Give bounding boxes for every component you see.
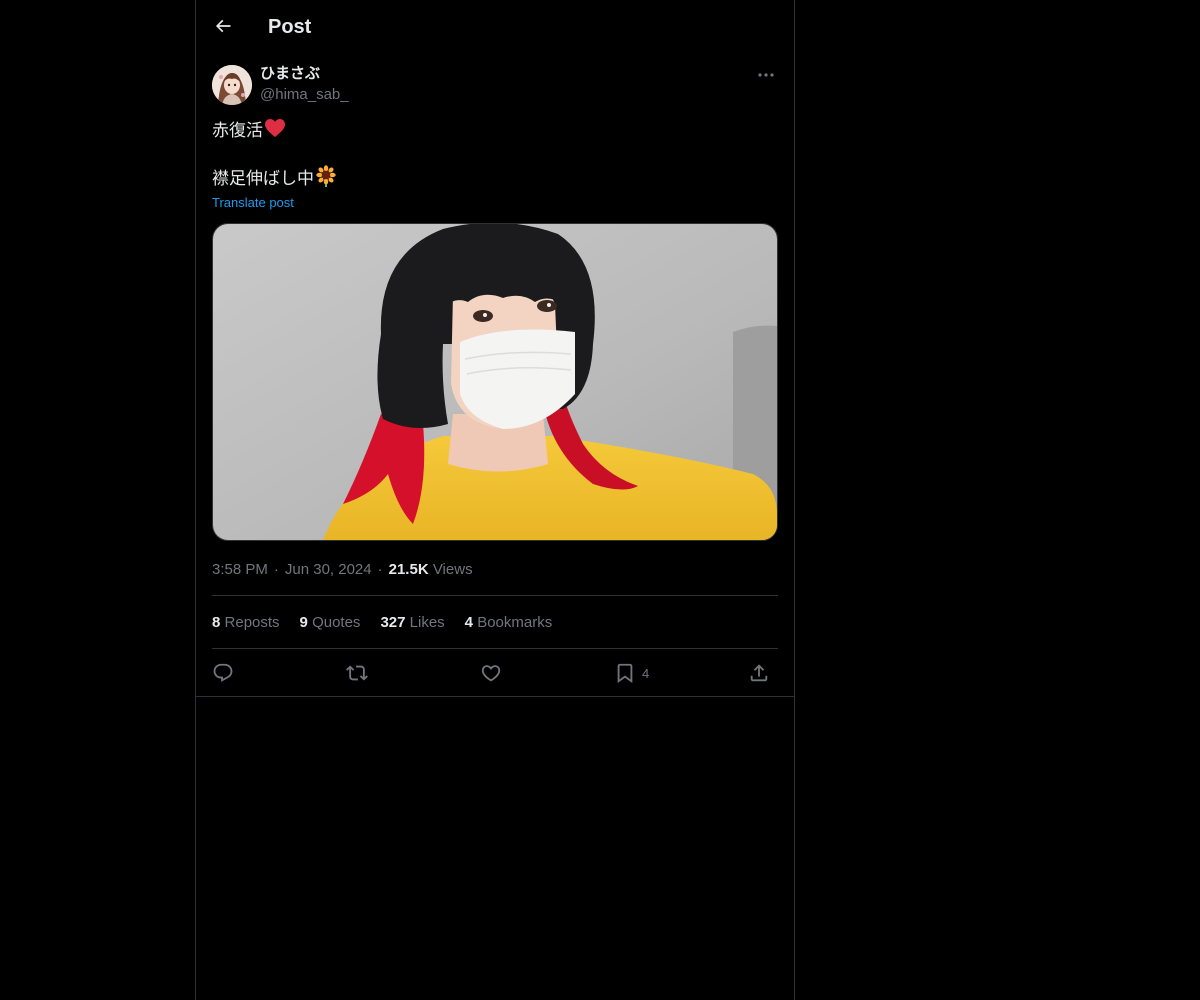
divider bbox=[212, 595, 778, 596]
translate-post-link[interactable]: Translate post bbox=[212, 194, 294, 212]
heart-icon bbox=[481, 665, 501, 682]
post-media-photo[interactable] bbox=[212, 223, 778, 541]
avatar-image bbox=[212, 65, 252, 105]
share-icon bbox=[750, 664, 768, 682]
post-stats: 8 Reposts 9 Quotes 327 Likes 4 Bookmarks bbox=[212, 613, 552, 633]
repost-icon bbox=[346, 665, 368, 681]
reposts-stat[interactable]: 8 Reposts bbox=[212, 613, 280, 633]
sunflower-emoji bbox=[315, 164, 337, 194]
share-button[interactable] bbox=[748, 656, 770, 690]
display-name[interactable]: ひまさぶ bbox=[260, 64, 320, 84]
avatar[interactable] bbox=[212, 65, 252, 105]
views-count: 21.5K bbox=[388, 561, 429, 578]
quotes-stat[interactable]: 9 Quotes bbox=[300, 613, 361, 633]
reply-icon bbox=[213, 663, 233, 682]
post-text: 赤復活 襟足伸ばし中 bbox=[212, 118, 778, 194]
post-line-2: 襟足伸ばし中 bbox=[212, 164, 778, 194]
bookmark-count: 4 bbox=[642, 665, 650, 681]
views-label: Views bbox=[432, 561, 473, 578]
more-dots-icon bbox=[758, 73, 774, 77]
photo-image bbox=[213, 224, 777, 540]
back-button[interactable] bbox=[206, 9, 240, 43]
like-button[interactable] bbox=[480, 656, 502, 690]
reply-button[interactable] bbox=[212, 656, 234, 690]
user-handle[interactable]: @hima_sab_ bbox=[260, 85, 349, 105]
bookmarks-stat[interactable]: 4 Bookmarks bbox=[465, 613, 553, 633]
post-meta: 3:58 PM · Jun 30, 2024 · 21.5K Views bbox=[212, 561, 473, 578]
post-author: ひまさぶ @hima_sab_ bbox=[212, 64, 778, 108]
divider bbox=[212, 648, 778, 649]
post-time[interactable]: 3:58 PM bbox=[212, 561, 268, 578]
post-line-1-text: 赤復活 bbox=[212, 121, 263, 140]
arrow-left-icon bbox=[215, 19, 231, 33]
bookmark-button[interactable]: 4 bbox=[614, 656, 649, 690]
post-column: Post ひまさぶ @hima_sab_ 赤復活 襟足伸ばし中 Translat… bbox=[195, 0, 795, 1000]
likes-stat[interactable]: 327 Likes bbox=[380, 613, 444, 633]
post-actions: 4 bbox=[212, 656, 778, 690]
repost-button[interactable] bbox=[346, 656, 368, 690]
post-line-2-text: 襟足伸ばし中 bbox=[212, 169, 314, 188]
page-title: Post bbox=[268, 16, 312, 38]
post-header: Post bbox=[196, 0, 794, 53]
bookmark-icon bbox=[617, 663, 633, 684]
more-options-button[interactable] bbox=[754, 64, 778, 86]
post-date[interactable]: Jun 30, 2024 bbox=[285, 561, 372, 578]
red-heart-emoji bbox=[264, 118, 286, 145]
post-line-1: 赤復活 bbox=[212, 118, 778, 145]
divider bbox=[196, 696, 794, 697]
